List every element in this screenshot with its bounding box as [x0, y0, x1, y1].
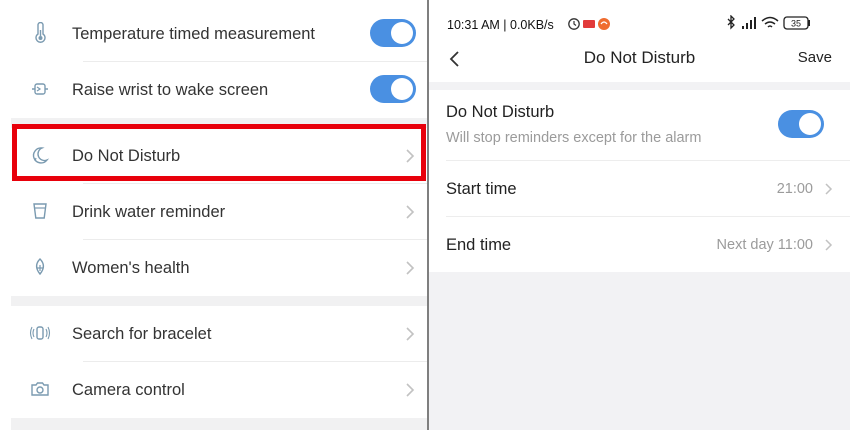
setting-label: Do Not Disturb	[72, 147, 181, 165]
setting-raise-wrist[interactable]: Raise wrist to wake screen	[11, 62, 427, 118]
end-time-value: Next day 11:00	[716, 237, 813, 253]
thermometer-icon	[29, 22, 51, 44]
setting-womens-health[interactable]: Women's health	[11, 240, 427, 296]
nav-bar: Do Not Disturb Save	[429, 36, 850, 82]
dnd-subtitle: Will stop reminders except for the alarm	[446, 130, 702, 146]
chevron-right-icon	[825, 183, 833, 195]
setting-label: Drink water reminder	[72, 203, 226, 221]
system-status-icons: 35	[727, 15, 810, 30]
setting-do-not-disturb[interactable]: Do Not Disturb	[11, 128, 427, 184]
setting-label: Search for bracelet	[72, 325, 212, 343]
chevron-right-icon	[405, 260, 415, 276]
setting-search-bracelet[interactable]: Search for bracelet	[11, 306, 427, 362]
setting-drink-water[interactable]: Drink water reminder	[11, 184, 427, 240]
section-gap	[11, 418, 427, 430]
wrist-icon	[29, 78, 51, 100]
chevron-right-icon	[405, 326, 415, 342]
section-gap	[11, 118, 427, 128]
start-time-value: 21:00	[776, 181, 813, 197]
cup-icon	[29, 200, 51, 222]
chevron-right-icon	[405, 148, 415, 164]
bracelet-signal-icon	[29, 322, 51, 344]
setting-label: Women's health	[72, 259, 190, 277]
chevron-right-icon	[825, 239, 833, 251]
flower-icon	[29, 256, 51, 278]
chevron-right-icon	[405, 204, 415, 220]
temperature-timed-toggle[interactable]	[370, 19, 416, 47]
setting-temperature-timed[interactable]: Temperature timed measurement	[11, 6, 427, 62]
do-not-disturb-toggle[interactable]	[778, 110, 824, 138]
setting-label: Camera control	[72, 381, 185, 399]
setting-camera-control[interactable]: Camera control	[11, 362, 427, 418]
battery-level: 35	[791, 19, 801, 29]
raise-wrist-toggle[interactable]	[370, 75, 416, 103]
save-button[interactable]: Save	[798, 36, 832, 80]
status-bar: 10:31 AM | 0.0KB/s 35	[429, 0, 850, 36]
notification-icons	[568, 18, 610, 30]
camera-icon	[29, 378, 51, 400]
page-title: Do Not Disturb	[583, 48, 696, 67]
end-time-label: End time	[446, 236, 512, 254]
end-time-row[interactable]: End time Next day 11:00	[429, 217, 850, 273]
start-time-label: Start time	[446, 180, 517, 198]
do-not-disturb-screen: 10:31 AM | 0.0KB/s 35 Do Not Disturb Sav…	[429, 0, 850, 430]
section-gap	[11, 296, 427, 306]
dnd-title: Do Not Disturb	[446, 103, 555, 121]
status-time: 10:31 AM | 0.0KB/s	[447, 18, 554, 32]
setting-label: Temperature timed measurement	[72, 25, 316, 43]
chevron-right-icon	[405, 382, 415, 398]
settings-list-panel: Temperature timed measurement Raise wris…	[0, 0, 427, 430]
moon-icon	[29, 144, 51, 166]
setting-label: Raise wrist to wake screen	[72, 81, 269, 99]
start-time-row[interactable]: Start time 21:00	[429, 161, 850, 217]
